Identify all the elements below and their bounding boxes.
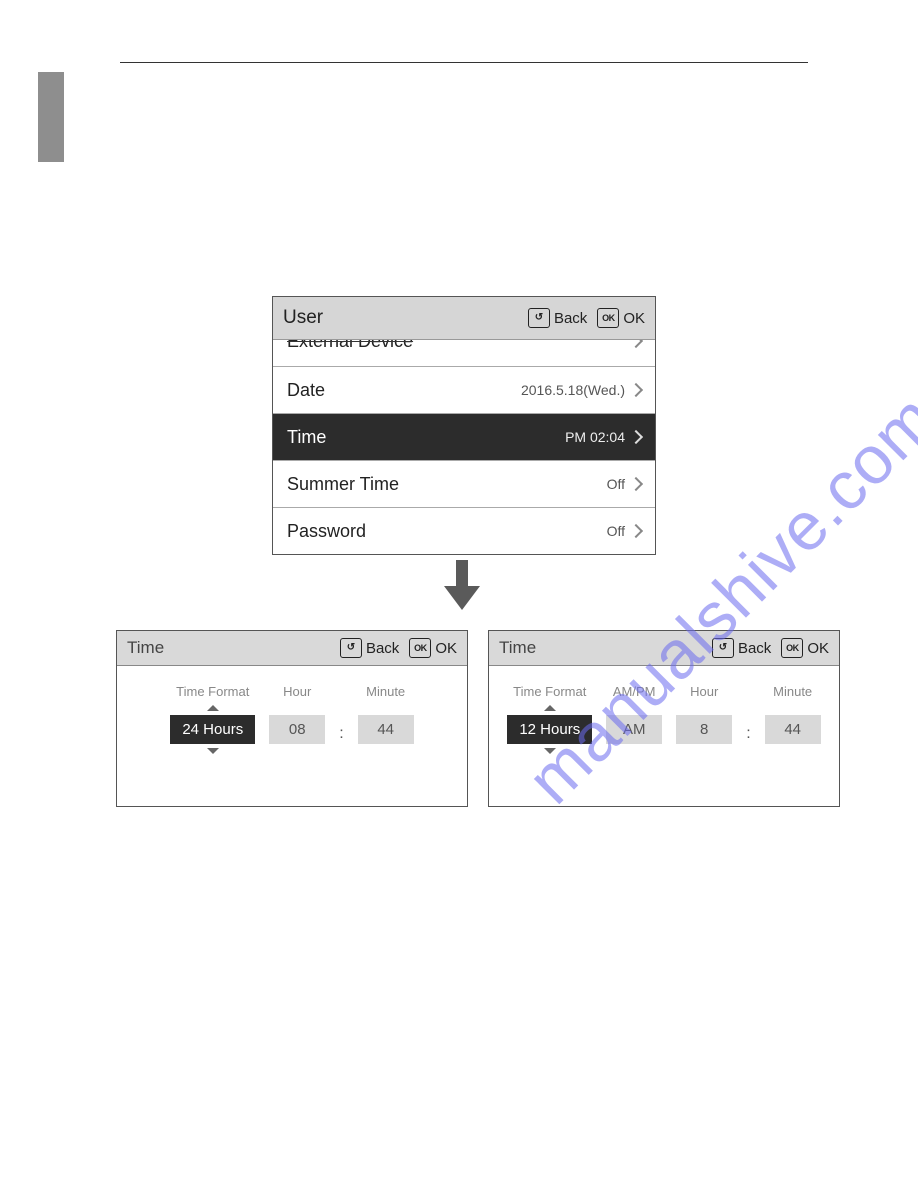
page-top-rule xyxy=(120,62,808,63)
row-summer-label: Summer Time xyxy=(287,474,399,495)
time-b-hour-value: 8 xyxy=(676,715,732,744)
chevron-down-icon xyxy=(544,748,556,754)
page-side-tab xyxy=(38,72,64,162)
row-external-device[interactable]: External Device xyxy=(273,340,655,367)
row-summer-value: Off xyxy=(607,476,625,492)
chevron-up-icon xyxy=(207,705,219,711)
ampm-stepper[interactable]: AM/PM AM xyxy=(606,684,662,744)
back-label: Back xyxy=(366,640,399,657)
time-b-header-actions: ↺ Back OK OK xyxy=(712,638,829,658)
time-b-ampm-value: AM xyxy=(606,715,662,744)
back-button[interactable]: ↺ Back xyxy=(340,638,399,658)
time-format-stepper[interactable]: Time Format 24 Hours xyxy=(170,684,255,754)
time-colon: : xyxy=(746,725,750,743)
ok-icon: OK xyxy=(597,308,619,328)
time-format-stepper[interactable]: Time Format 12 Hours xyxy=(507,684,592,754)
chevron-right-icon xyxy=(629,340,643,348)
format-label: Time Format xyxy=(176,684,249,699)
ok-icon: OK xyxy=(409,638,431,658)
hour-label: Hour xyxy=(283,684,311,699)
time-b-titlebar: Time ↺ Back OK OK xyxy=(489,631,839,666)
chevron-down-icon xyxy=(207,748,219,754)
user-panel-titlebar: User ↺ Back OK OK xyxy=(273,297,655,340)
time-a-minute-value: 44 xyxy=(358,715,414,744)
time-a-header-actions: ↺ Back OK OK xyxy=(340,638,457,658)
time-panel-24h: Time ↺ Back OK OK Time Format 24 Hours H… xyxy=(116,630,468,807)
row-summer-time[interactable]: Summer Time Off xyxy=(273,461,655,508)
chevron-right-icon xyxy=(629,524,643,538)
back-icon: ↺ xyxy=(528,308,550,328)
user-panel-header-actions: ↺ Back OK OK xyxy=(528,308,645,328)
format-label: Time Format xyxy=(513,684,586,699)
time-a-title: Time xyxy=(127,638,164,658)
chevron-right-icon xyxy=(629,430,643,444)
time-b-title: Time xyxy=(499,638,536,658)
time-a-format-value: 24 Hours xyxy=(170,715,255,744)
row-date-label: Date xyxy=(287,380,325,401)
row-time[interactable]: Time PM 02:04 xyxy=(273,414,655,461)
back-label: Back xyxy=(738,640,771,657)
hour-label: Hour xyxy=(690,684,718,699)
minute-stepper[interactable]: Minute 44 xyxy=(765,684,821,744)
ok-button[interactable]: OK OK xyxy=(597,308,645,328)
hour-stepper[interactable]: Hour 8 xyxy=(676,684,732,744)
time-b-minute-value: 44 xyxy=(765,715,821,744)
time-colon: : xyxy=(339,725,343,743)
ampm-label: AM/PM xyxy=(613,684,656,699)
minute-label: Minute xyxy=(366,684,405,699)
ok-button[interactable]: OK OK xyxy=(409,638,457,658)
chevron-right-icon xyxy=(629,383,643,397)
ok-icon: OK xyxy=(781,638,803,658)
row-password-label: Password xyxy=(287,521,366,542)
row-time-value: PM 02:04 xyxy=(565,429,625,445)
row-external-label: External Device xyxy=(287,340,413,352)
back-icon: ↺ xyxy=(712,638,734,658)
row-date[interactable]: Date 2016.5.18(Wed.) xyxy=(273,367,655,414)
time-a-hour-value: 08 xyxy=(269,715,325,744)
ok-label: OK xyxy=(435,640,457,657)
ok-button[interactable]: OK OK xyxy=(781,638,829,658)
time-b-body: Time Format 12 Hours AM/PM AM Hour 8 : M… xyxy=(489,666,839,754)
chevron-up-icon xyxy=(544,705,556,711)
time-a-titlebar: Time ↺ Back OK OK xyxy=(117,631,467,666)
row-password[interactable]: Password Off xyxy=(273,508,655,554)
back-label: Back xyxy=(554,310,587,327)
flow-arrow-down-icon xyxy=(440,560,484,610)
user-settings-panel: User ↺ Back OK OK External Device Date 2… xyxy=(272,296,656,555)
chevron-right-icon xyxy=(629,477,643,491)
back-button[interactable]: ↺ Back xyxy=(712,638,771,658)
minute-stepper[interactable]: Minute 44 xyxy=(358,684,414,744)
user-panel-title: User xyxy=(283,307,323,329)
time-b-format-value: 12 Hours xyxy=(507,715,592,744)
row-password-value: Off xyxy=(607,523,625,539)
time-panel-12h: Time ↺ Back OK OK Time Format 12 Hours A… xyxy=(488,630,840,807)
back-button[interactable]: ↺ Back xyxy=(528,308,587,328)
row-time-label: Time xyxy=(287,427,326,448)
ok-label: OK xyxy=(807,640,829,657)
row-date-value: 2016.5.18(Wed.) xyxy=(521,382,625,398)
time-a-body: Time Format 24 Hours Hour 08 : Minute 44 xyxy=(117,666,467,754)
hour-stepper[interactable]: Hour 08 xyxy=(269,684,325,744)
ok-label: OK xyxy=(623,310,645,327)
back-icon: ↺ xyxy=(340,638,362,658)
minute-label: Minute xyxy=(773,684,812,699)
row-external-value xyxy=(631,340,641,346)
